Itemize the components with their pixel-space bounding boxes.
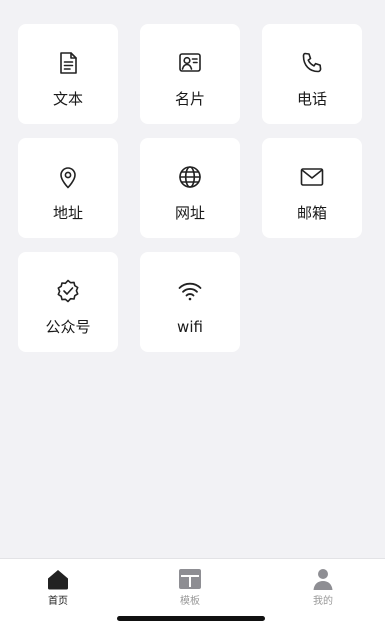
tile-email-label: 邮箱	[296, 204, 327, 222]
tile-business-card-label: 名片	[174, 90, 205, 108]
tab-template-label: 模板	[180, 596, 200, 607]
tile-text[interactable]: 文本	[18, 24, 118, 124]
tile-phone[interactable]: 电话	[262, 24, 362, 124]
tile-text-label: 文本	[52, 90, 83, 108]
home-icon	[45, 567, 71, 591]
template-icon	[177, 567, 203, 591]
tab-mine-label: 我的	[313, 596, 333, 607]
tab-home-label: 首页	[48, 596, 68, 607]
verified-badge-icon	[55, 278, 81, 304]
tile-official-account[interactable]: 公众号	[18, 252, 118, 352]
tab-template[interactable]: 模板	[150, 567, 230, 608]
bottom-tab-bar: 首页 模板 我的	[0, 558, 385, 625]
tab-home[interactable]: 首页	[18, 567, 98, 608]
tile-business-card[interactable]: 名片	[140, 24, 240, 124]
tile-wifi-label: wifi	[177, 318, 203, 336]
tile-website[interactable]: 网址	[140, 138, 240, 238]
tile-official-account-label: 公众号	[45, 318, 91, 336]
globe-icon	[177, 164, 203, 190]
tile-wifi[interactable]: wifi	[140, 252, 240, 352]
home-indicator	[117, 616, 265, 621]
contact-card-icon	[177, 50, 203, 76]
phone-icon	[299, 50, 325, 76]
location-pin-icon	[55, 164, 81, 190]
tile-address-label: 地址	[52, 204, 83, 222]
wifi-icon	[177, 278, 203, 304]
mail-icon	[299, 164, 325, 190]
tile-phone-label: 电话	[296, 90, 327, 108]
user-icon	[310, 567, 336, 591]
generator-grid: 文本 名片 电话 地址 网址 邮箱 公众号 wifi	[18, 24, 362, 352]
tile-address[interactable]: 地址	[18, 138, 118, 238]
tab-mine[interactable]: 我的	[283, 567, 363, 608]
document-icon	[55, 50, 81, 76]
tile-website-label: 网址	[174, 204, 205, 222]
tile-email[interactable]: 邮箱	[262, 138, 362, 238]
